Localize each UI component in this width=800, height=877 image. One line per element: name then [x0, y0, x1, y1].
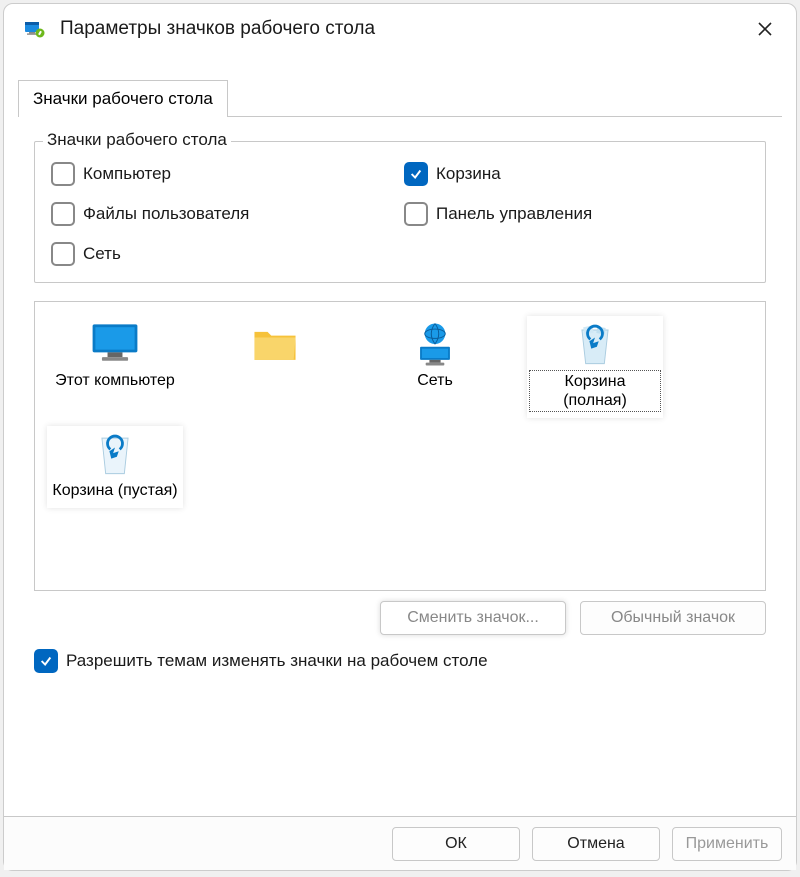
- icon-action-row: Сменить значок... Обычный значок: [34, 601, 766, 635]
- checkbox-computer-label: Компьютер: [83, 164, 171, 184]
- window-title: Параметры значков рабочего стола: [60, 18, 750, 40]
- close-button[interactable]: [750, 14, 780, 44]
- tab-desktop-icons[interactable]: Значки рабочего стола: [18, 80, 228, 117]
- checkbox-allow-themes[interactable]: [34, 649, 58, 673]
- folder-icon: [246, 320, 304, 368]
- allow-themes-row[interactable]: Разрешить темам изменять значки на рабоч…: [34, 649, 766, 673]
- icon-item-recycle-empty[interactable]: Корзина (пустая): [47, 426, 183, 507]
- apply-button[interactable]: Применить: [672, 827, 782, 861]
- checkbox-userfiles[interactable]: [51, 202, 75, 226]
- checkbox-userfiles-row[interactable]: Файлы пользователя: [51, 202, 396, 226]
- desktop-settings-icon: [22, 17, 46, 41]
- titlebar: Параметры значков рабочего стола: [4, 4, 796, 52]
- icon-label-userfiles: [270, 370, 280, 391]
- checkbox-controlpanel-row[interactable]: Панель управления: [404, 202, 749, 226]
- icon-item-network[interactable]: Сеть: [367, 316, 503, 418]
- checkbox-recycle-label: Корзина: [436, 164, 501, 184]
- icon-label-recycle-full: Корзина (полная): [529, 370, 661, 412]
- desktop-icons-group: Значки рабочего стола Компьютер Корзина: [34, 141, 766, 283]
- icon-item-userfiles[interactable]: [207, 316, 343, 418]
- checkbox-controlpanel-label: Панель управления: [436, 204, 592, 224]
- checkbox-userfiles-label: Файлы пользователя: [83, 204, 249, 224]
- icon-preview-panel: Этот компьютер: [34, 301, 766, 591]
- change-icon-button[interactable]: Сменить значок...: [380, 601, 566, 635]
- icon-label-thispc: Этот компьютер: [52, 370, 178, 391]
- recycle-bin-empty-icon: [86, 430, 144, 478]
- allow-themes-label: Разрешить темам изменять значки на рабоч…: [66, 651, 488, 671]
- ok-button[interactable]: ОК: [392, 827, 520, 861]
- checkbox-recycle-row[interactable]: Корзина: [404, 162, 749, 186]
- default-icon-button[interactable]: Обычный значок: [580, 601, 766, 635]
- monitor-icon: [86, 320, 144, 368]
- checkbox-network[interactable]: [51, 242, 75, 266]
- icon-item-thispc[interactable]: Этот компьютер: [47, 316, 183, 418]
- tab-content: Значки рабочего стола Компьютер Корзина: [18, 116, 782, 870]
- checkbox-computer-row[interactable]: Компьютер: [51, 162, 396, 186]
- recycle-bin-full-icon: [566, 320, 624, 368]
- dialog-button-bar: ОК Отмена Применить: [4, 816, 796, 870]
- group-legend: Значки рабочего стола: [43, 130, 231, 150]
- checkbox-computer[interactable]: [51, 162, 75, 186]
- cancel-button[interactable]: Отмена: [532, 827, 660, 861]
- icon-label-recycle-empty: Корзина (пустая): [49, 480, 180, 501]
- checkbox-network-row[interactable]: Сеть: [51, 242, 396, 266]
- tab-row: Значки рабочего стола: [4, 80, 796, 117]
- network-icon: [406, 320, 464, 368]
- checkbox-controlpanel[interactable]: [404, 202, 428, 226]
- checkbox-recycle[interactable]: [404, 162, 428, 186]
- icon-item-recycle-full[interactable]: Корзина (полная): [527, 316, 663, 418]
- dialog-window: Параметры значков рабочего стола Значки …: [3, 3, 797, 871]
- checkbox-network-label: Сеть: [83, 244, 121, 264]
- icon-label-network: Сеть: [414, 370, 456, 391]
